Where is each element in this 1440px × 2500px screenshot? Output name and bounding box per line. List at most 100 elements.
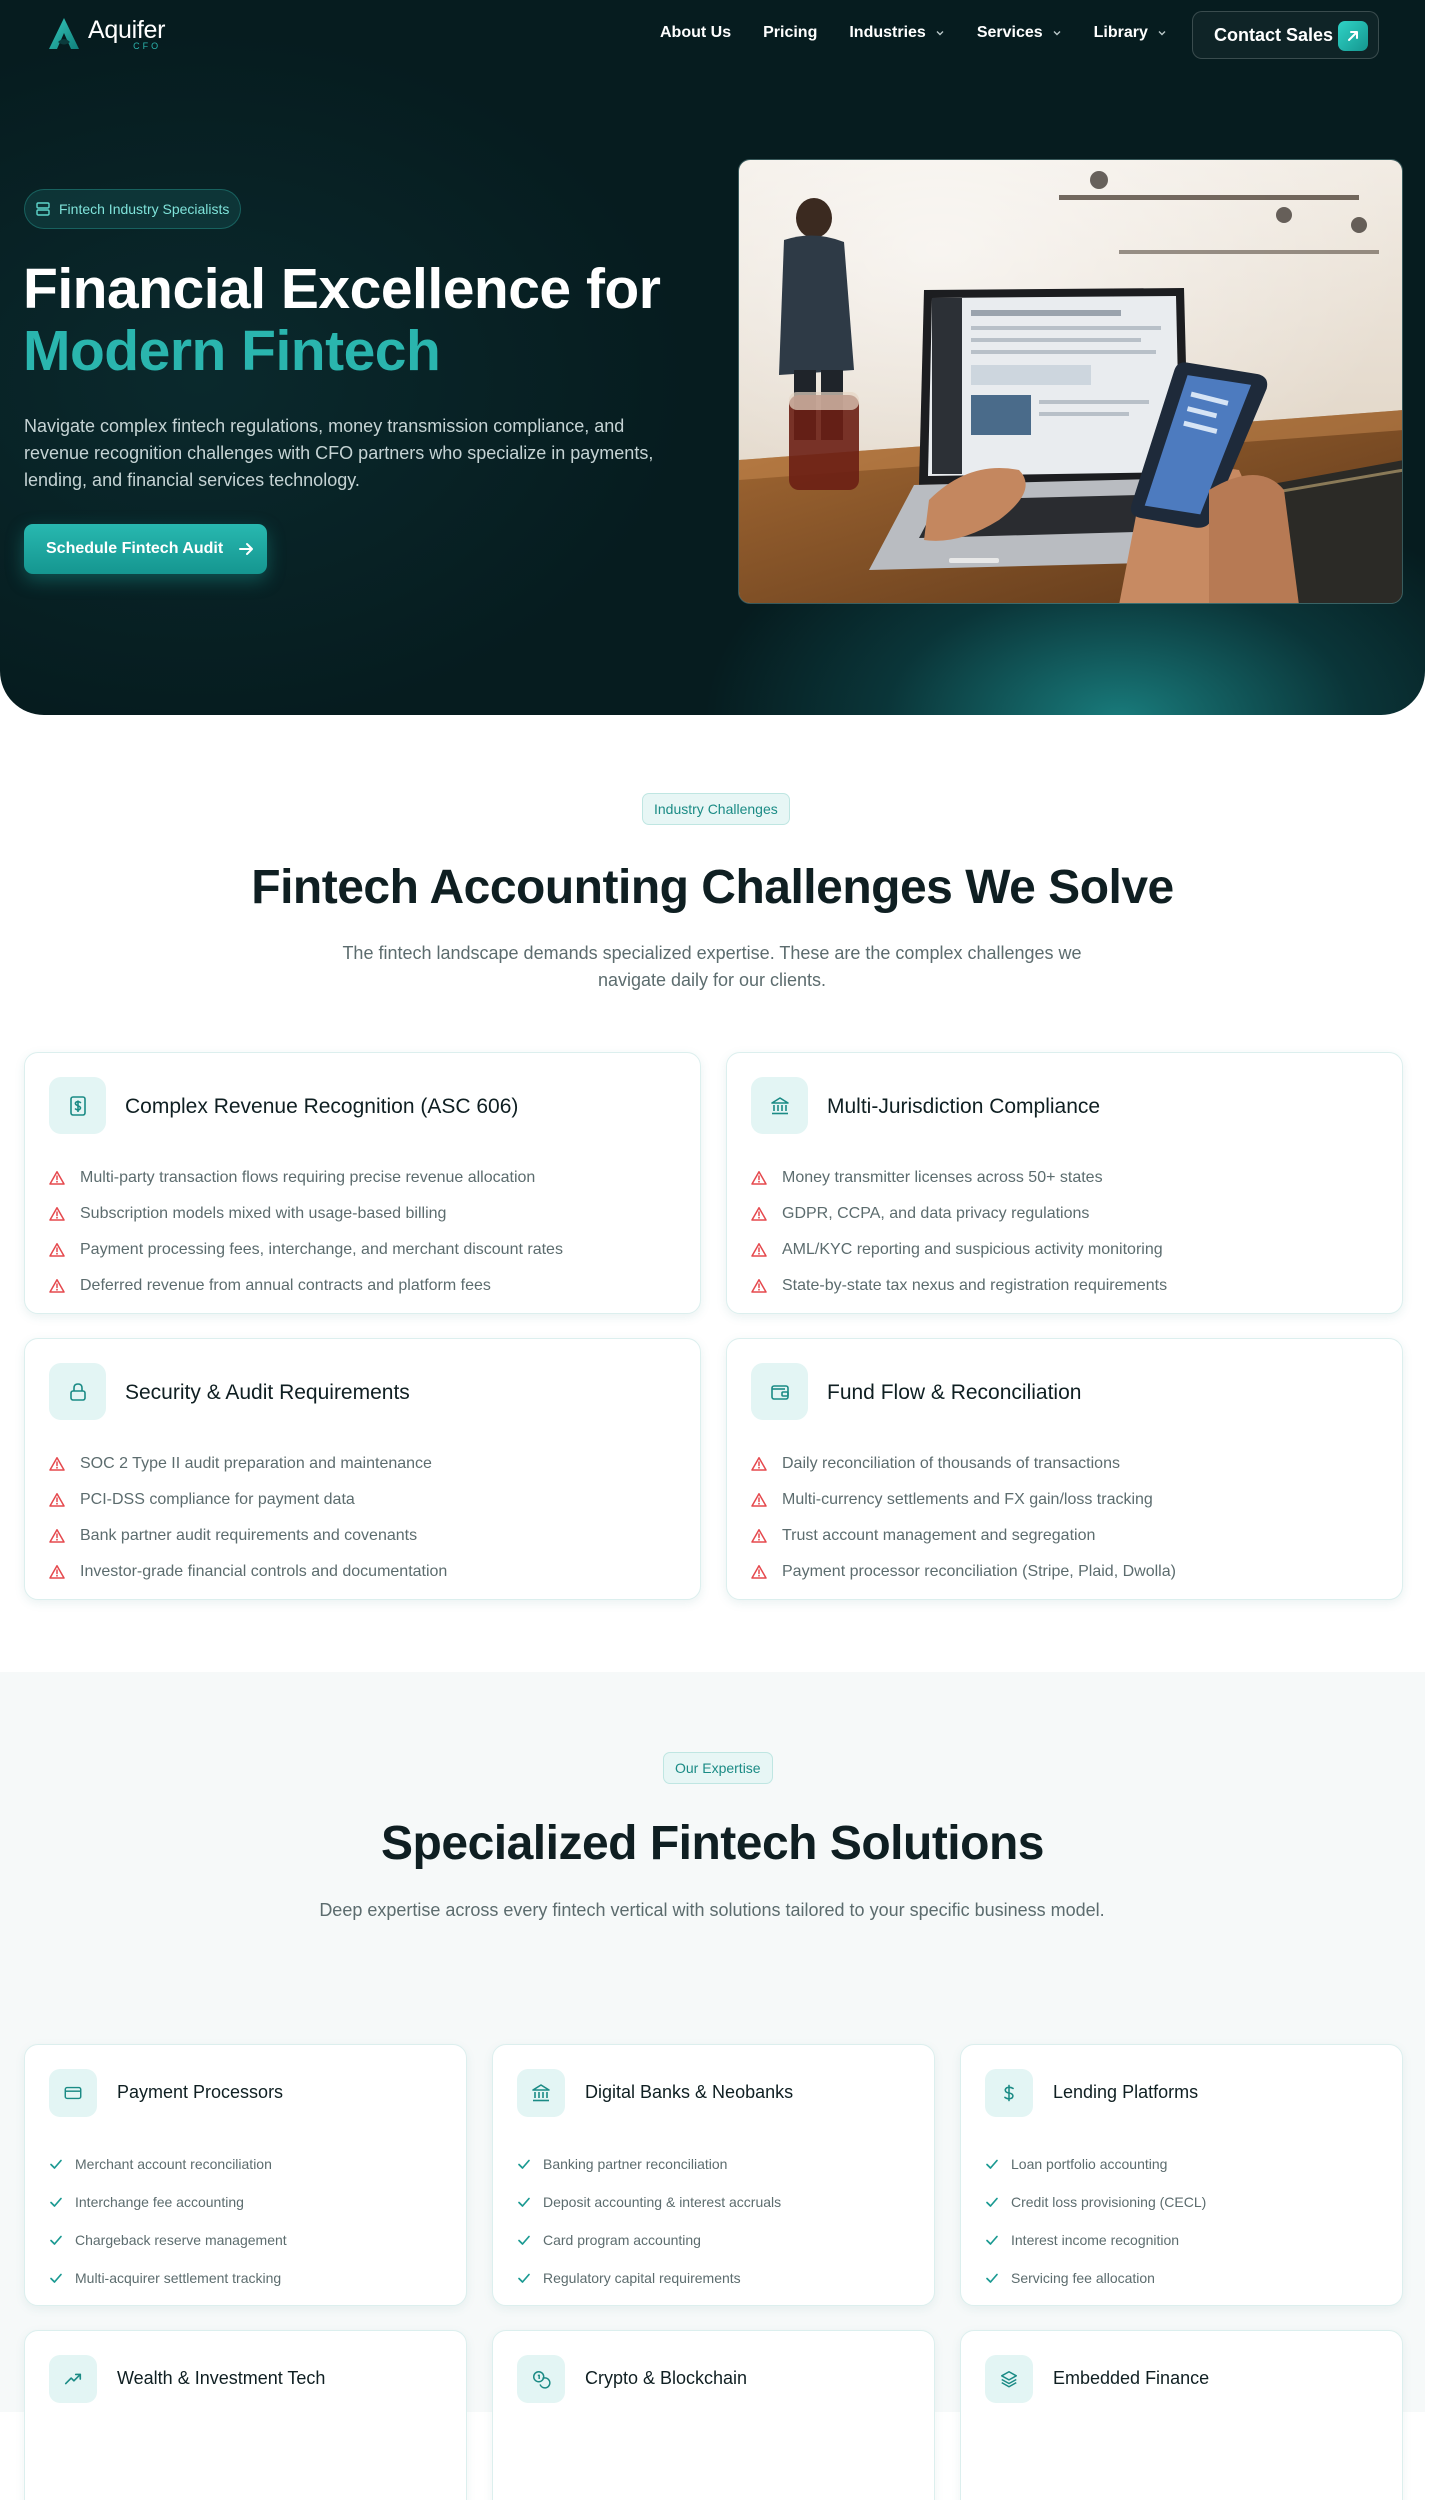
nav-services[interactable]: Services [977,24,1062,42]
hero-badge-label: Fintech Industry Specialists [59,201,230,217]
laptop-phone-photo [739,160,1402,603]
solution-card: Lending Platforms Loan portfolio accounti… [960,2044,1403,2306]
warning-icon [49,1493,65,1507]
check-icon [50,2197,62,2207]
solution-item-text: Loan portfolio accounting [1011,2156,1168,2172]
solution-card: Crypto & Blockchain [492,2330,935,2500]
challenge-card: Fund Flow & Reconciliation Daily reconcil… [726,1338,1403,1600]
solution-card-title: Wealth & Investment Tech [117,2368,326,2388]
challenge-card-title: Security & Audit Requirements [125,1381,410,1404]
solution-card-title: Embedded Finance [1053,2368,1210,2388]
solutions-title: Specialized Fintech Solutions [381,1817,1044,1870]
challenge-item-text: Multi-currency settlements and FX gain/l… [782,1491,1153,1508]
warning-icon [751,1279,767,1293]
challenge-item: Payment processing fees, interchange, an… [49,1232,563,1268]
solution-item: Banking partner reconciliation [517,2145,781,2183]
check-icon [986,2159,998,2169]
arrow-up-right-icon [1338,21,1368,51]
chevron-down-icon [1053,31,1061,36]
hero-badge: Fintech Industry Specialists [24,189,242,229]
challenge-item: State-by-state tax nexus and registratio… [751,1268,1167,1304]
solution-card: Payment Processors Merchant account recon… [24,2044,467,2306]
nav-about-us-label: About Us [660,24,732,41]
solution-item: Card program accounting [517,2221,781,2259]
solution-item-text: Servicing fee allocation [1011,2270,1155,2286]
solution-list: Merchant account reconciliation Interchan… [49,2145,287,2297]
warning-icon [751,1529,767,1543]
nav-library-label: Library [1093,24,1148,41]
challenge-item: Payment processor reconciliation (Stripe… [751,1554,1176,1590]
solution-item-text: Interchange fee accounting [75,2194,244,2210]
solution-item: Loan portfolio accounting [985,2145,1206,2183]
solution-item: Interchange fee accounting [49,2183,287,2221]
challenge-card: Complex Revenue Recognition (ASC 606) Mul… [24,1052,701,1314]
nav-about-us[interactable]: About Us [660,24,731,42]
brand-logo[interactable]: Aquifer CFO [46,16,165,52]
challenge-item-text: Trust account management and segregation [782,1527,1096,1544]
check-icon [50,2159,62,2169]
warning-icon [49,1529,65,1543]
top-navigation: Aquifer CFO About Us Pricing Industries … [0,0,1425,70]
solution-list: Banking partner reconciliation Deposit ac… [517,2145,781,2297]
solutions-description: Deep expertise across every fintech vert… [319,1900,1105,1920]
challenge-card-title: Multi-Jurisdiction Compliance [827,1095,1101,1118]
check-icon [518,2235,530,2245]
solution-card: Digital Banks & Neobanks Banking partner … [492,2044,935,2306]
challenge-card: Security & Audit Requirements SOC 2 Type … [24,1338,701,1600]
challenge-item-text: Bank partner audit requirements and cove… [80,1527,418,1544]
warning-icon [49,1565,65,1579]
challenge-card-title: Fund Flow & Reconciliation [827,1381,1082,1404]
check-icon [50,2235,62,2245]
warning-icon [751,1457,767,1471]
challenge-item-text: Investor-grade financial controls and do… [80,1563,448,1580]
warning-icon [49,1243,65,1257]
wallet-icon [751,1363,808,1420]
nav-pricing-label: Pricing [763,24,818,41]
challenge-item: Trust account management and segregation [751,1518,1176,1554]
challenge-item-text: Deferred revenue from annual contracts a… [80,1277,491,1294]
chevron-down-icon [936,31,944,36]
arrow-right-icon [239,543,254,555]
nav-pricing[interactable]: Pricing [763,24,817,42]
hero-section: Aquifer CFO About Us Pricing Industries … [0,0,1425,715]
challenge-card: Multi-Jurisdiction Compliance Money trans… [726,1052,1403,1314]
solution-card-title: Lending Platforms [1053,2082,1199,2102]
challenge-item: Investor-grade financial controls and do… [49,1554,447,1590]
solution-item-text: Deposit accounting & interest accruals [543,2194,782,2210]
challenges-description: The fintech landscape demands specialize… [342,943,1082,990]
solution-item: Servicing fee allocation [985,2259,1206,2297]
warning-icon [751,1565,767,1579]
challenge-card-title: Complex Revenue Recognition (ASC 606) [125,1095,519,1118]
warning-icon [49,1279,65,1293]
schedule-audit-button[interactable]: Schedule Fintech Audit [24,524,267,574]
coins-icon [517,2355,565,2403]
solution-card: Wealth & Investment Tech [24,2330,467,2500]
bank-icon [517,2069,565,2117]
nav-library[interactable]: Library [1094,24,1167,42]
solution-card-title: Payment Processors [117,2082,284,2102]
solution-item: Chargeback reserve management [49,2221,287,2259]
challenge-item: Daily reconciliation of thousands of tra… [751,1446,1176,1482]
dollar-document-icon [49,1077,106,1134]
aquifer-logo-icon [49,18,79,49]
nav-industries[interactable]: Industries [849,24,944,42]
solution-item: Deposit accounting & interest accruals [517,2183,781,2221]
challenge-list: Money transmitter licenses across 50+ st… [751,1160,1167,1304]
contact-sales-button[interactable]: Contact Sales [1192,11,1379,59]
hero-description: Navigate complex fintech regulations, mo… [24,416,654,490]
solution-item-text: Merchant account reconciliation [75,2156,272,2172]
challenge-item: SOC 2 Type II audit preparation and main… [49,1446,447,1482]
check-icon [518,2159,530,2169]
warning-icon [751,1243,767,1257]
hero-title-line2: Modern Fintech [23,319,441,383]
solution-item: Multi-acquirer settlement tracking [49,2259,287,2297]
challenge-item-text: Payment processing fees, interchange, an… [80,1241,563,1258]
check-icon [986,2197,998,2207]
warning-icon [49,1207,65,1221]
solutions-pill: Our Expertise [663,1752,773,1784]
lock-icon [49,1363,106,1420]
hero-title-line1: Financial Excellence for [23,257,661,321]
solution-item: Merchant account reconciliation [49,2145,287,2183]
check-icon [518,2273,530,2283]
bank-icon [751,1077,808,1134]
